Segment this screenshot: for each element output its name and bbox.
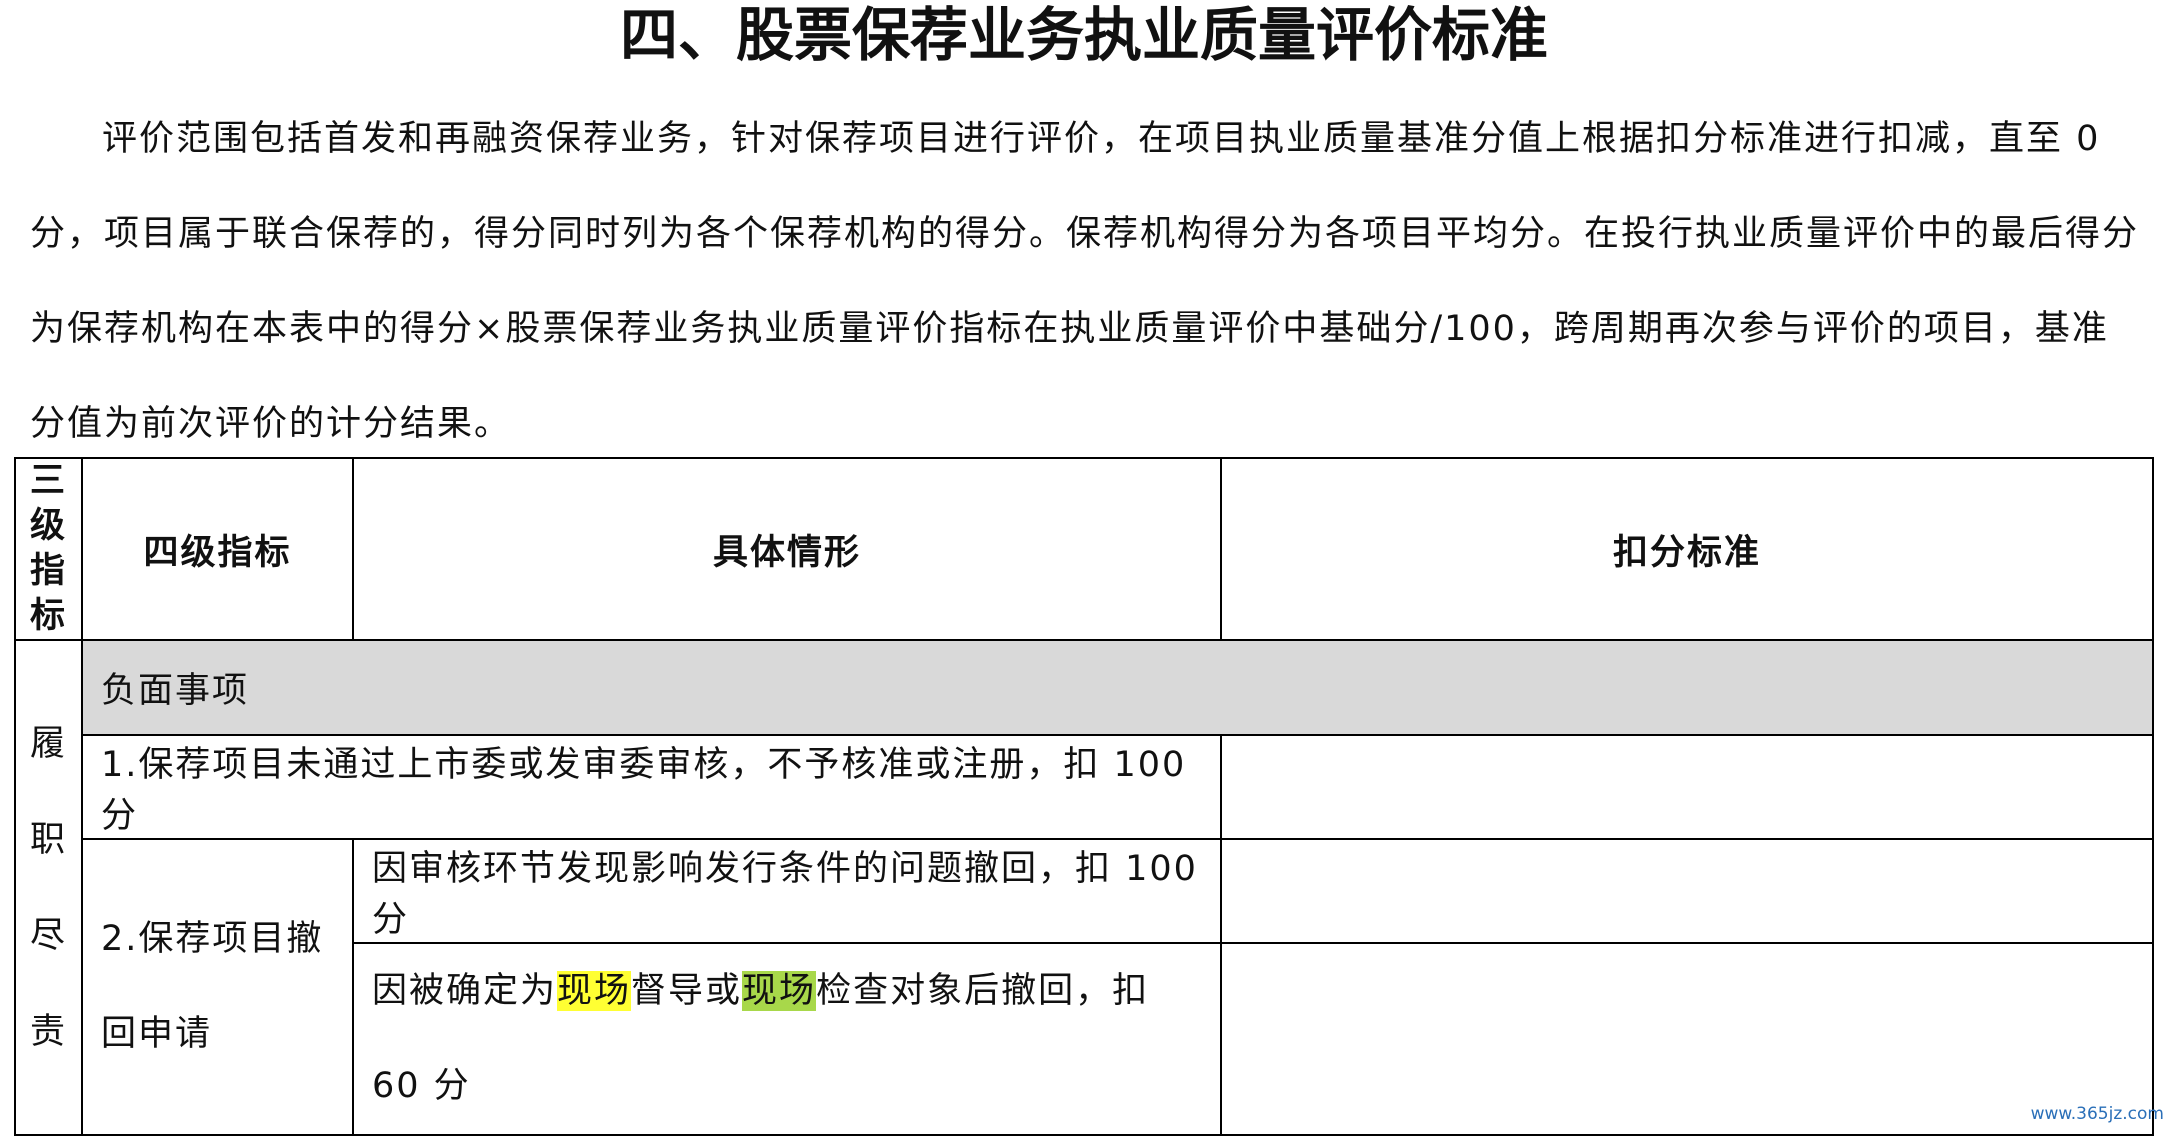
header-level3-char: 标 — [29, 596, 67, 636]
header-deduction: 扣分标准 — [1220, 457, 2154, 641]
item2-situation1: 因审核环节发现影响发行条件的问题撤回，扣 100 分 — [352, 838, 1222, 944]
item1-text: 1.保荐项目未通过上市委或发审委审核，不予核准或注册，扣 100 分 — [81, 734, 1222, 840]
item2-row-1: 2.保荐项目撤回申请 因审核环节发现影响发行条件的问题撤回，扣 100 分 — [15, 838, 2154, 1136]
header-row: 三 级 指 标 四级指标 具体情形 扣分标准 — [14, 457, 2154, 641]
situation2-part1: 因被确定为 — [372, 971, 558, 1011]
evaluation-table: 三 级 指 标 四级指标 具体情形 扣分标准 履 职 尽 责 负面事项 1.保荐… — [14, 457, 2154, 1136]
header-level3-char: 级 — [29, 506, 67, 546]
level3-char: 责 — [29, 1011, 67, 1052]
highlight-green: 现场 — [742, 971, 817, 1011]
header-situation: 具体情形 — [352, 457, 1222, 641]
item1-deduction — [1220, 734, 2154, 840]
highlight-yellow: 现场 — [557, 971, 632, 1011]
level3-char: 尽 — [29, 915, 67, 956]
negative-section-label: 负面事项 — [81, 639, 2154, 736]
situation2-part2: 督导或 — [631, 971, 743, 1011]
negative-section-row: 履 职 尽 责 负面事项 — [14, 639, 2154, 1136]
page-title: 四、股票保荐业务执业质量评价标准 — [619, 1, 1548, 69]
watermark: www.365jz.com — [2030, 1104, 2164, 1124]
header-level3-char: 三 — [29, 461, 67, 501]
intro-paragraph: 评价范围包括首发和再融资保荐业务，针对保荐项目进行评价，在项目执业质量基准分值上… — [30, 119, 2140, 444]
level3-char: 职 — [29, 819, 67, 860]
item2-deduction1 — [1220, 838, 2154, 944]
item2-deduction2 — [1220, 942, 2154, 1136]
item2-label: 2.保荐项目撤回申请 — [81, 838, 354, 1136]
header-level3: 三 级 指 标 — [14, 457, 83, 641]
item1-row: 1.保荐项目未通过上市委或发审委审核，不予核准或注册，扣 100 分 — [15, 734, 2154, 840]
level3-value-cell: 履 职 尽 责 — [14, 639, 83, 1136]
header-level3-char: 指 — [29, 551, 67, 591]
level3-char: 履 — [29, 723, 67, 764]
item2-situation2: 因被确定为现场督导或现场检查对象后撤回，扣 60 分 — [352, 942, 1222, 1136]
header-level4: 四级指标 — [81, 457, 354, 641]
